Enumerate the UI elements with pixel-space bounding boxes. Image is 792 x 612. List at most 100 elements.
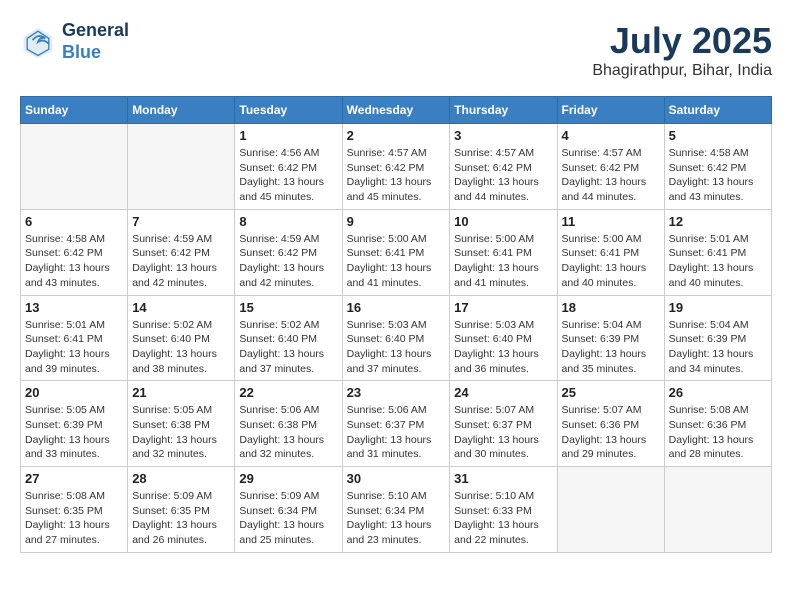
day-number: 18 — [562, 300, 660, 315]
calendar-cell: 21 Sunrise: 5:05 AM Sunset: 6:38 PM Dayli… — [128, 381, 235, 467]
day-number: 5 — [669, 128, 767, 143]
day-number: 23 — [347, 385, 446, 400]
calendar-cell: 13 Sunrise: 5:01 AM Sunset: 6:41 PM Dayli… — [21, 295, 128, 381]
day-number: 16 — [347, 300, 446, 315]
calendar-cell: 26 Sunrise: 5:08 AM Sunset: 6:36 PM Dayli… — [664, 381, 771, 467]
day-number: 4 — [562, 128, 660, 143]
day-number: 11 — [562, 214, 660, 229]
day-number: 1 — [239, 128, 337, 143]
day-number: 28 — [132, 471, 230, 486]
cell-info: Sunrise: 5:03 AM Sunset: 6:40 PM Dayligh… — [347, 318, 446, 377]
day-number: 9 — [347, 214, 446, 229]
weekday-header: Friday — [557, 97, 664, 124]
logo-text: General Blue — [62, 20, 129, 63]
weekday-header: Wednesday — [342, 97, 450, 124]
weekday-header: Sunday — [21, 97, 128, 124]
weekday-header: Saturday — [664, 97, 771, 124]
cell-info: Sunrise: 5:02 AM Sunset: 6:40 PM Dayligh… — [132, 318, 230, 377]
weekday-header: Thursday — [450, 97, 557, 124]
cell-info: Sunrise: 5:10 AM Sunset: 6:33 PM Dayligh… — [454, 489, 552, 548]
day-number: 19 — [669, 300, 767, 315]
calendar-cell: 11 Sunrise: 5:00 AM Sunset: 6:41 PM Dayli… — [557, 209, 664, 295]
day-number: 17 — [454, 300, 552, 315]
cell-info: Sunrise: 5:06 AM Sunset: 6:37 PM Dayligh… — [347, 403, 446, 462]
calendar-cell: 27 Sunrise: 5:08 AM Sunset: 6:35 PM Dayli… — [21, 467, 128, 553]
calendar-cell — [664, 467, 771, 553]
calendar-cell — [128, 124, 235, 210]
cell-info: Sunrise: 5:10 AM Sunset: 6:34 PM Dayligh… — [347, 489, 446, 548]
calendar-cell: 3 Sunrise: 4:57 AM Sunset: 6:42 PM Daylig… — [450, 124, 557, 210]
calendar-cell: 12Sunrise: 5:01 AM Sunset: 6:41 PM Dayli… — [664, 209, 771, 295]
day-number: 13 — [25, 300, 123, 315]
calendar-cell: 29 Sunrise: 5:09 AM Sunset: 6:34 PM Dayli… — [235, 467, 342, 553]
calendar-cell: 25Sunrise: 5:07 AM Sunset: 6:36 PM Dayli… — [557, 381, 664, 467]
calendar-cell: 30Sunrise: 5:10 AM Sunset: 6:34 PM Dayli… — [342, 467, 450, 553]
cell-info: Sunrise: 4:59 AM Sunset: 6:42 PM Dayligh… — [239, 232, 337, 291]
calendar: SundayMondayTuesdayWednesdayThursdayFrid… — [20, 96, 772, 553]
calendar-cell: 14 Sunrise: 5:02 AM Sunset: 6:40 PM Dayli… — [128, 295, 235, 381]
weekday-header: Tuesday — [235, 97, 342, 124]
calendar-cell: 10 Sunrise: 5:00 AM Sunset: 6:41 PM Dayli… — [450, 209, 557, 295]
cell-info: Sunrise: 4:57 AM Sunset: 6:42 PM Dayligh… — [454, 146, 552, 205]
cell-info: Sunrise: 5:08 AM Sunset: 6:35 PM Dayligh… — [25, 489, 123, 548]
cell-info: Sunrise: 4:57 AM Sunset: 6:42 PM Dayligh… — [347, 146, 446, 205]
calendar-cell — [557, 467, 664, 553]
calendar-cell: 8Sunrise: 4:59 AM Sunset: 6:42 PM Daylig… — [235, 209, 342, 295]
cell-info: Sunrise: 5:08 AM Sunset: 6:36 PM Dayligh… — [669, 403, 767, 462]
day-number: 27 — [25, 471, 123, 486]
cell-info: Sunrise: 5:05 AM Sunset: 6:39 PM Dayligh… — [25, 403, 123, 462]
day-number: 22 — [239, 385, 337, 400]
cell-info: Sunrise: 5:04 AM Sunset: 6:39 PM Dayligh… — [562, 318, 660, 377]
calendar-cell: 9 Sunrise: 5:00 AM Sunset: 6:41 PM Daylig… — [342, 209, 450, 295]
calendar-cell: 17 Sunrise: 5:03 AM Sunset: 6:40 PM Dayli… — [450, 295, 557, 381]
cell-info: Sunrise: 5:00 AM Sunset: 6:41 PM Dayligh… — [347, 232, 446, 291]
calendar-cell: 5 Sunrise: 4:58 AM Sunset: 6:42 PM Daylig… — [664, 124, 771, 210]
day-number: 14 — [132, 300, 230, 315]
cell-info: Sunrise: 5:01 AM Sunset: 6:41 PM Dayligh… — [25, 318, 123, 377]
cell-info: Sunrise: 5:06 AM Sunset: 6:38 PM Dayligh… — [239, 403, 337, 462]
calendar-cell: 15 Sunrise: 5:02 AM Sunset: 6:40 PM Dayli… — [235, 295, 342, 381]
day-number: 15 — [239, 300, 337, 315]
calendar-cell: 2 Sunrise: 4:57 AM Sunset: 6:42 PM Daylig… — [342, 124, 450, 210]
cell-info: Sunrise: 5:03 AM Sunset: 6:40 PM Dayligh… — [454, 318, 552, 377]
logo-icon — [20, 24, 56, 60]
cell-info: Sunrise: 5:04 AM Sunset: 6:39 PM Dayligh… — [669, 318, 767, 377]
day-number: 29 — [239, 471, 337, 486]
cell-info: Sunrise: 5:00 AM Sunset: 6:41 PM Dayligh… — [454, 232, 552, 291]
cell-info: Sunrise: 5:05 AM Sunset: 6:38 PM Dayligh… — [132, 403, 230, 462]
header: General Blue July 2025 Bhagirathpur, Bih… — [20, 20, 772, 80]
calendar-cell: 22 Sunrise: 5:06 AM Sunset: 6:38 PM Dayli… — [235, 381, 342, 467]
cell-info: Sunrise: 4:56 AM Sunset: 6:42 PM Dayligh… — [239, 146, 337, 205]
cell-info: Sunrise: 4:57 AM Sunset: 6:42 PM Dayligh… — [562, 146, 660, 205]
calendar-cell: 28Sunrise: 5:09 AM Sunset: 6:35 PM Dayli… — [128, 467, 235, 553]
calendar-week-row: 1 Sunrise: 4:56 AM Sunset: 6:42 PM Daylig… — [21, 124, 772, 210]
calendar-week-row: 13 Sunrise: 5:01 AM Sunset: 6:41 PM Dayli… — [21, 295, 772, 381]
calendar-cell: 6Sunrise: 4:58 AM Sunset: 6:42 PM Daylig… — [21, 209, 128, 295]
calendar-cell — [21, 124, 128, 210]
day-number: 26 — [669, 385, 767, 400]
logo-line1: General — [62, 20, 129, 42]
day-number: 2 — [347, 128, 446, 143]
month-title: July 2025 — [592, 20, 772, 62]
location-title: Bhagirathpur, Bihar, India — [592, 62, 772, 80]
cell-info: Sunrise: 5:02 AM Sunset: 6:40 PM Dayligh… — [239, 318, 337, 377]
cell-info: Sunrise: 5:09 AM Sunset: 6:34 PM Dayligh… — [239, 489, 337, 548]
logo-line2: Blue — [62, 42, 129, 64]
cell-info: Sunrise: 4:58 AM Sunset: 6:42 PM Dayligh… — [669, 146, 767, 205]
day-number: 7 — [132, 214, 230, 229]
calendar-week-row: 27 Sunrise: 5:08 AM Sunset: 6:35 PM Dayli… — [21, 467, 772, 553]
day-number: 10 — [454, 214, 552, 229]
calendar-week-row: 20Sunrise: 5:05 AM Sunset: 6:39 PM Dayli… — [21, 381, 772, 467]
calendar-cell: 31 Sunrise: 5:10 AM Sunset: 6:33 PM Dayli… — [450, 467, 557, 553]
day-number: 31 — [454, 471, 552, 486]
day-number: 21 — [132, 385, 230, 400]
logo: General Blue — [20, 20, 129, 63]
cell-info: Sunrise: 5:01 AM Sunset: 6:41 PM Dayligh… — [669, 232, 767, 291]
weekday-header: Monday — [128, 97, 235, 124]
calendar-week-row: 6Sunrise: 4:58 AM Sunset: 6:42 PM Daylig… — [21, 209, 772, 295]
cell-info: Sunrise: 5:07 AM Sunset: 6:36 PM Dayligh… — [562, 403, 660, 462]
calendar-cell: 18 Sunrise: 5:04 AM Sunset: 6:39 PM Dayli… — [557, 295, 664, 381]
calendar-cell: 7Sunrise: 4:59 AM Sunset: 6:42 PM Daylig… — [128, 209, 235, 295]
cell-info: Sunrise: 5:00 AM Sunset: 6:41 PM Dayligh… — [562, 232, 660, 291]
day-number: 3 — [454, 128, 552, 143]
